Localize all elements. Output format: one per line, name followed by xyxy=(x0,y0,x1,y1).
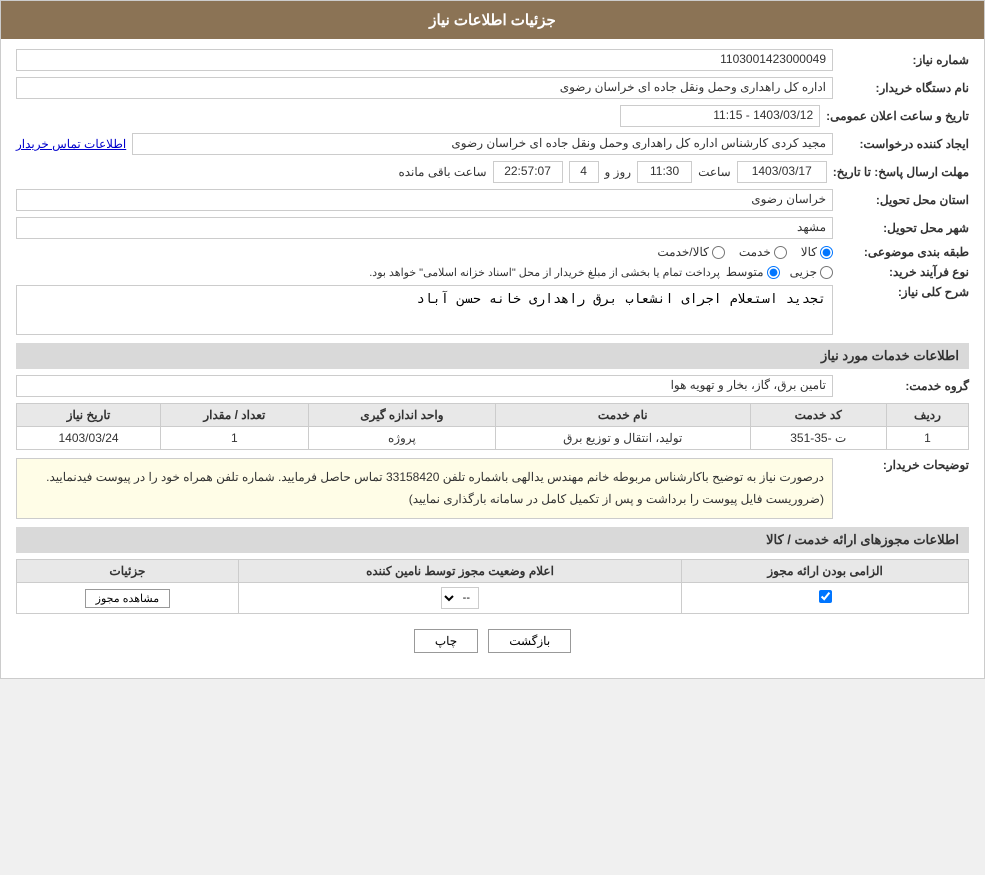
cell-need-date: 1403/03/24 xyxy=(17,427,161,450)
col-service-name: نام خدمت xyxy=(496,404,750,427)
category-label: طبقه بندی موضوعی: xyxy=(839,245,969,259)
category-kala-label: کالا xyxy=(801,245,817,259)
category-kala-khedmat: کالا/خدمت xyxy=(657,245,724,259)
service-group-label: گروه خدمت: xyxy=(839,379,969,393)
purchase-type-motavasset-radio[interactable] xyxy=(767,266,780,279)
category-khedmat-label: خدمت xyxy=(739,245,771,259)
purchase-type-motavasset-label: متوسط xyxy=(726,265,764,279)
response-deadline-row: مهلت ارسال پاسخ: تا تاریخ: 1403/03/17 سا… xyxy=(16,161,969,183)
services-section-title: اطلاعات خدمات مورد نیاز xyxy=(16,343,969,369)
permit-col-mandatory: الزامی بودن ارائه مجوز xyxy=(682,560,969,583)
table-row: 1 ت -35-351 تولید، انتقال و توزیع برق پر… xyxy=(17,427,969,450)
category-kala-radio[interactable] xyxy=(820,246,833,259)
purchase-type-options: جزیی متوسط xyxy=(726,265,833,279)
category-kala: کالا xyxy=(801,245,833,259)
permit-status-cell: -- xyxy=(238,583,681,614)
response-days-label: روز و xyxy=(605,165,632,179)
city-label: شهر محل تحویل: xyxy=(839,221,969,235)
buyer-notes-row: توضیحات خریدار: درصورت نیاز به توضیح باک… xyxy=(16,458,969,519)
service-group-value: تامین برق، گاز، بخار و تهویه هوا xyxy=(16,375,833,397)
response-remaining-value: 22:57:07 xyxy=(493,161,563,183)
buyer-org-value: اداره کل راهداری وحمل ونقل جاده ای خراسا… xyxy=(16,77,833,99)
city-value: مشهد xyxy=(16,217,833,239)
creator-value: مجید کردی کارشناس اداره کل راهداری وحمل … xyxy=(132,133,833,155)
page-wrapper: جزئیات اطلاعات نیاز شماره نیاز: 11030014… xyxy=(0,0,985,679)
col-quantity: تعداد / مقدار xyxy=(161,404,309,427)
need-number-label: شماره نیاز: xyxy=(839,53,969,67)
buyer-org-row: نام دستگاه خریدار: اداره کل راهداری وحمل… xyxy=(16,77,969,99)
permit-view-button[interactable]: مشاهده مجوز xyxy=(85,589,170,608)
response-time-label: ساعت xyxy=(698,165,731,179)
purchase-type-motavasset: متوسط xyxy=(726,265,780,279)
category-kala-khedmat-label: کالا/خدمت xyxy=(657,245,708,259)
contact-link[interactable]: اطلاعات تماس خریدار xyxy=(16,137,126,151)
need-description-label: شرح کلی نیاز: xyxy=(839,285,969,299)
permit-col-status: اعلام وضعیت مجوز توسط نامین کننده xyxy=(238,560,681,583)
list-item: -- مشاهده مجوز xyxy=(17,583,969,614)
cell-service-code: ت -35-351 xyxy=(750,427,886,450)
response-remaining-label: ساعت باقی مانده xyxy=(398,165,486,179)
announce-label: تاریخ و ساعت اعلان عمومی: xyxy=(826,109,969,123)
category-row: طبقه بندی موضوعی: کالا خدمت کالا/خدمت xyxy=(16,245,969,259)
announce-value: 1403/03/12 - 11:15 xyxy=(620,105,820,127)
cell-unit: پروژه xyxy=(308,427,495,450)
col-unit: واحد اندازه گیری xyxy=(308,404,495,427)
bottom-buttons: بازگشت چاپ xyxy=(16,629,969,653)
creator-row: ایجاد کننده درخواست: مجید کردی کارشناس ا… xyxy=(16,133,969,155)
buyer-notes-label: توضیحات خریدار: xyxy=(839,458,969,472)
purchase-type-note: پرداخت تمام یا بخشی از مبلغ خریدار از مح… xyxy=(369,266,720,279)
response-deadline-label: مهلت ارسال پاسخ: تا تاریخ: xyxy=(833,165,969,179)
cell-quantity: 1 xyxy=(161,427,309,450)
category-khedmat: خدمت xyxy=(739,245,787,259)
need-description-row: شرح کلی نیاز: xyxy=(16,285,969,335)
purchase-type-jozi: جزیی xyxy=(790,265,833,279)
permit-status-select[interactable]: -- xyxy=(441,587,479,609)
page-title: جزئیات اطلاعات نیاز xyxy=(429,12,556,29)
page-header: جزئیات اطلاعات نیاز xyxy=(1,1,984,39)
response-time-value: 11:30 xyxy=(637,161,692,183)
col-need-date: تاریخ نیاز xyxy=(17,404,161,427)
permit-mandatory-cell xyxy=(682,583,969,614)
purchase-type-label: نوع فرآیند خرید: xyxy=(839,265,969,279)
need-number-row: شماره نیاز: 1103001423000049 xyxy=(16,49,969,71)
purchase-type-jozi-radio[interactable] xyxy=(820,266,833,279)
content-area: شماره نیاز: 1103001423000049 نام دستگاه … xyxy=(1,39,984,678)
response-days-value: 4 xyxy=(569,161,599,183)
response-date-value: 1403/03/17 xyxy=(737,161,827,183)
col-row-num: ردیف xyxy=(886,404,968,427)
province-label: استان محل تحویل: xyxy=(839,193,969,207)
province-value: خراسان رضوی xyxy=(16,189,833,211)
category-radio-group: کالا خدمت کالا/خدمت xyxy=(657,245,833,259)
buyer-notes-text: درصورت نیاز به توضیح باکارشناس مربوطه خا… xyxy=(16,458,833,519)
announce-row: تاریخ و ساعت اعلان عمومی: 1403/03/12 - 1… xyxy=(16,105,969,127)
cell-service-name: تولید، انتقال و توزیع برق xyxy=(496,427,750,450)
services-table: ردیف کد خدمت نام خدمت واحد اندازه گیری ت… xyxy=(16,403,969,450)
province-row: استان محل تحویل: خراسان رضوی xyxy=(16,189,969,211)
back-button[interactable]: بازگشت xyxy=(488,629,571,653)
city-row: شهر محل تحویل: مشهد xyxy=(16,217,969,239)
service-group-row: گروه خدمت: تامین برق، گاز، بخار و تهویه … xyxy=(16,375,969,397)
permit-details-cell: مشاهده مجوز xyxy=(17,583,239,614)
cell-row-num: 1 xyxy=(886,427,968,450)
permit-mandatory-checkbox[interactable] xyxy=(819,590,832,603)
need-description-textarea[interactable] xyxy=(16,285,833,335)
purchase-type-row: نوع فرآیند خرید: جزیی متوسط پرداخت تمام … xyxy=(16,265,969,279)
permits-section-title: اطلاعات مجوزهای ارائه خدمت / کالا xyxy=(16,527,969,553)
buyer-org-label: نام دستگاه خریدار: xyxy=(839,81,969,95)
col-service-code: کد خدمت xyxy=(750,404,886,427)
permit-col-details: جزئیات xyxy=(17,560,239,583)
print-button[interactable]: چاپ xyxy=(414,629,478,653)
category-khedmat-radio[interactable] xyxy=(774,246,787,259)
purchase-type-jozi-label: جزیی xyxy=(790,265,817,279)
category-kala-khedmat-radio[interactable] xyxy=(712,246,725,259)
creator-label: ایجاد کننده درخواست: xyxy=(839,137,969,151)
permits-table: الزامی بودن ارائه مجوز اعلام وضعیت مجوز … xyxy=(16,559,969,614)
need-number-value: 1103001423000049 xyxy=(16,49,833,71)
